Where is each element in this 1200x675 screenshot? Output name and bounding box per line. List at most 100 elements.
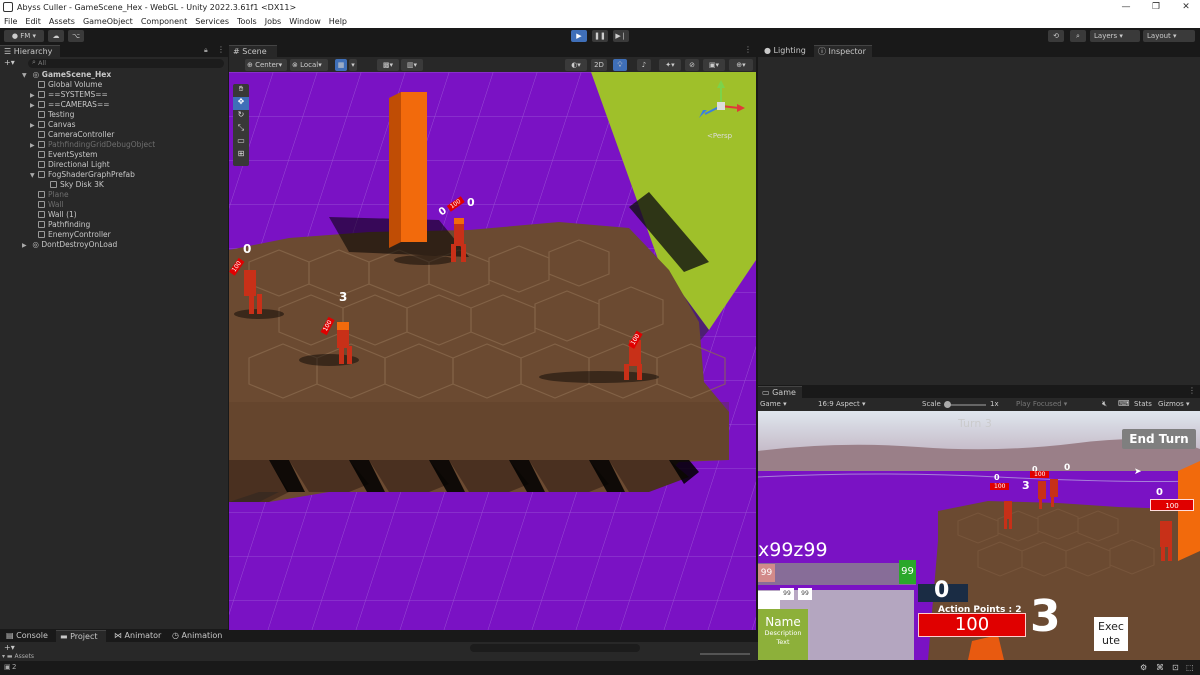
hierarchy-item[interactable]: Sky Disk 3K	[0, 180, 228, 190]
hierarchy-item[interactable]: Wall (1)	[0, 210, 228, 220]
mute-audio-icon[interactable]: 🔇︎	[1102, 399, 1107, 409]
display-dropdown[interactable]: Game ▾	[760, 400, 812, 410]
play-button[interactable]: ▶	[571, 30, 587, 42]
grid-snap-toggle[interactable]: ▦	[335, 59, 347, 71]
hand-tool-icon[interactable]: ✋︎	[233, 84, 249, 97]
account-button[interactable]: ● FM ▾	[4, 30, 44, 42]
hierarchy-item[interactable]: Global Volume	[0, 80, 228, 90]
grid-visibility-toggle[interactable]: ▩▾	[377, 59, 399, 71]
minimize-button[interactable]: —	[1112, 0, 1140, 14]
execute-button[interactable]: Exec ute	[1094, 617, 1128, 651]
scale-slider-handle[interactable]	[944, 401, 951, 408]
pivot-dropdown[interactable]: ⊕ Center▾	[245, 59, 287, 71]
console-count-icon[interactable]: ▣	[4, 663, 11, 671]
tab-game[interactable]: ▭ Game	[758, 386, 802, 398]
gizmos-button[interactable]: Gizmos ▾	[1158, 400, 1190, 408]
collab-icon[interactable]: ⌥	[68, 30, 84, 42]
menu-help[interactable]: Help	[329, 17, 347, 26]
effects-toggle-icon[interactable]: ✦▾	[659, 59, 681, 71]
shading-mode-dropdown[interactable]: ◐▾	[565, 59, 587, 71]
tab-inspector[interactable]: ⓘ Inspector	[814, 45, 872, 57]
notification-icon[interactable]: ⬚	[1186, 663, 1194, 672]
persp-label[interactable]: <Persp	[707, 132, 732, 140]
audio-toggle-icon[interactable]: ♪	[637, 59, 651, 71]
project-add-icon[interactable]: +▾	[4, 643, 15, 652]
transform-tool-icon[interactable]: ⊞	[233, 149, 249, 162]
menu-edit[interactable]: Edit	[25, 17, 41, 26]
grid-snap-dropdown[interactable]: ▾	[349, 59, 357, 71]
aspect-dropdown[interactable]: 16:9 Aspect ▾	[818, 400, 916, 410]
hierarchy-item[interactable]: CameraController	[0, 130, 228, 140]
menu-file[interactable]: File	[4, 17, 17, 26]
tab-console[interactable]: ▤ Console	[2, 630, 54, 642]
maximize-button[interactable]: ❐	[1142, 0, 1170, 14]
game-panel-menu-icon[interactable]: ⋮	[1188, 386, 1196, 395]
rect-tool-icon[interactable]: ▭	[233, 136, 249, 149]
menu-jobs[interactable]: Jobs	[265, 17, 282, 26]
bug-report-icon[interactable]: ⚙︎	[1140, 663, 1147, 672]
panel-menu-icon[interactable]: ⋮	[217, 45, 225, 54]
hierarchy-search-input[interactable]: All	[28, 59, 224, 68]
hierarchy-item[interactable]: Pathfinding	[0, 220, 228, 230]
orientation-gizmo[interactable]: <Persp	[691, 80, 751, 140]
rotate-tool-icon[interactable]: ↻	[233, 110, 249, 123]
scene-root-row[interactable]: ▼ ◎ GameScene_Hex	[0, 70, 228, 80]
close-button[interactable]: ✕	[1172, 0, 1200, 14]
hierarchy-item[interactable]: Directional Light	[0, 160, 228, 170]
scale-slider[interactable]	[944, 401, 986, 408]
menu-window[interactable]: Window	[289, 17, 321, 26]
hierarchy-item[interactable]: EventSystem	[0, 150, 228, 160]
shortcuts-icon[interactable]: ⌨︎	[1118, 399, 1130, 408]
step-button[interactable]: ▶❘	[613, 30, 629, 42]
snap-settings-toggle[interactable]: ▥▾	[401, 59, 423, 71]
camera-settings-icon[interactable]: ▣▾	[703, 59, 725, 71]
scale-tool-icon[interactable]: ⤡	[233, 123, 249, 136]
menu-gameobject[interactable]: GameObject	[83, 17, 133, 26]
project-search-input[interactable]	[470, 644, 640, 652]
dontdestroy-row[interactable]: ▶ ◎ DontDestroyOnLoad	[0, 240, 228, 250]
history-icon[interactable]: ⟲	[1048, 30, 1064, 42]
hidden-objects-icon[interactable]: ⊘	[685, 59, 699, 71]
hierarchy-item[interactable]: ▶ PathfindingGridDebugObject	[0, 140, 228, 150]
menu-assets[interactable]: Assets	[49, 17, 75, 26]
assets-folder-row[interactable]: ▾ ▬ Assets	[2, 653, 152, 661]
scene-viewport[interactable]: 0 100 0 100 0 100 3 100 ✋︎ ✥ ↻ ⤡ ▭ ⊞ <Pe…	[229, 72, 756, 630]
hierarchy-item[interactable]: Wall	[0, 200, 228, 210]
space-dropdown[interactable]: ⊗ Local▾	[290, 59, 328, 71]
scene-panel-menu-icon[interactable]: ⋮	[744, 45, 752, 54]
game-viewport[interactable]: Turn 3 End Turn ➤ 0 100 3 0 100 0 0 100 …	[758, 411, 1200, 660]
tab-scene[interactable]: # Scene	[229, 45, 277, 57]
progress-icon[interactable]: ⌘	[1156, 663, 1164, 672]
search-icon[interactable]: ⌕	[1070, 30, 1086, 42]
hierarchy-item[interactable]: Testing	[0, 110, 228, 120]
hierarchy-item[interactable]: ▼ FogShaderGraphPrefab	[0, 170, 228, 180]
tab-lighting[interactable]: ● Lighting	[760, 45, 812, 57]
move-tool-icon[interactable]: ✥	[233, 97, 249, 110]
pause-button[interactable]: ❚❚	[592, 30, 608, 42]
tab-animation[interactable]: ◷ Animation	[168, 630, 228, 642]
stats-button[interactable]: Stats	[1134, 400, 1152, 408]
menu-services[interactable]: Services	[195, 17, 229, 26]
menu-tools[interactable]: Tools	[237, 17, 257, 26]
hierarchy-item[interactable]: ▶ ==SYSTEMS==	[0, 90, 228, 100]
lock-icon[interactable]: 🔒︎	[204, 46, 208, 55]
gizmos-dropdown-icon[interactable]: ⊕▾	[729, 59, 753, 71]
play-focused-dropdown[interactable]: Play Focused ▾	[1016, 400, 1100, 408]
add-icon[interactable]: +▾	[4, 58, 15, 67]
end-turn-button[interactable]: End Turn	[1122, 429, 1196, 449]
menu-component[interactable]: Component	[141, 17, 187, 26]
tab-project[interactable]: ▬ Project	[56, 630, 106, 642]
tab-hierarchy[interactable]: ☰ Hierarchy	[0, 45, 60, 57]
hierarchy-item[interactable]: Plane	[0, 190, 228, 200]
layers-dropdown[interactable]: Layers ▾	[1090, 30, 1140, 42]
cache-icon[interactable]: ⊡	[1172, 663, 1179, 672]
2d-toggle[interactable]: 2D	[591, 59, 607, 71]
icon-size-slider[interactable]	[700, 653, 750, 655]
hierarchy-item[interactable]: ▶ ==CAMERAS==	[0, 100, 228, 110]
tab-animator[interactable]: ⋈ Animator	[110, 630, 166, 642]
cloud-icon[interactable]: ☁	[48, 30, 64, 42]
ability-slot-empty[interactable]	[758, 591, 780, 609]
hierarchy-item[interactable]: EnemyController	[0, 230, 228, 240]
hierarchy-item[interactable]: ▶ Canvas	[0, 120, 228, 130]
lighting-toggle-icon[interactable]: 💡︎	[613, 59, 627, 71]
